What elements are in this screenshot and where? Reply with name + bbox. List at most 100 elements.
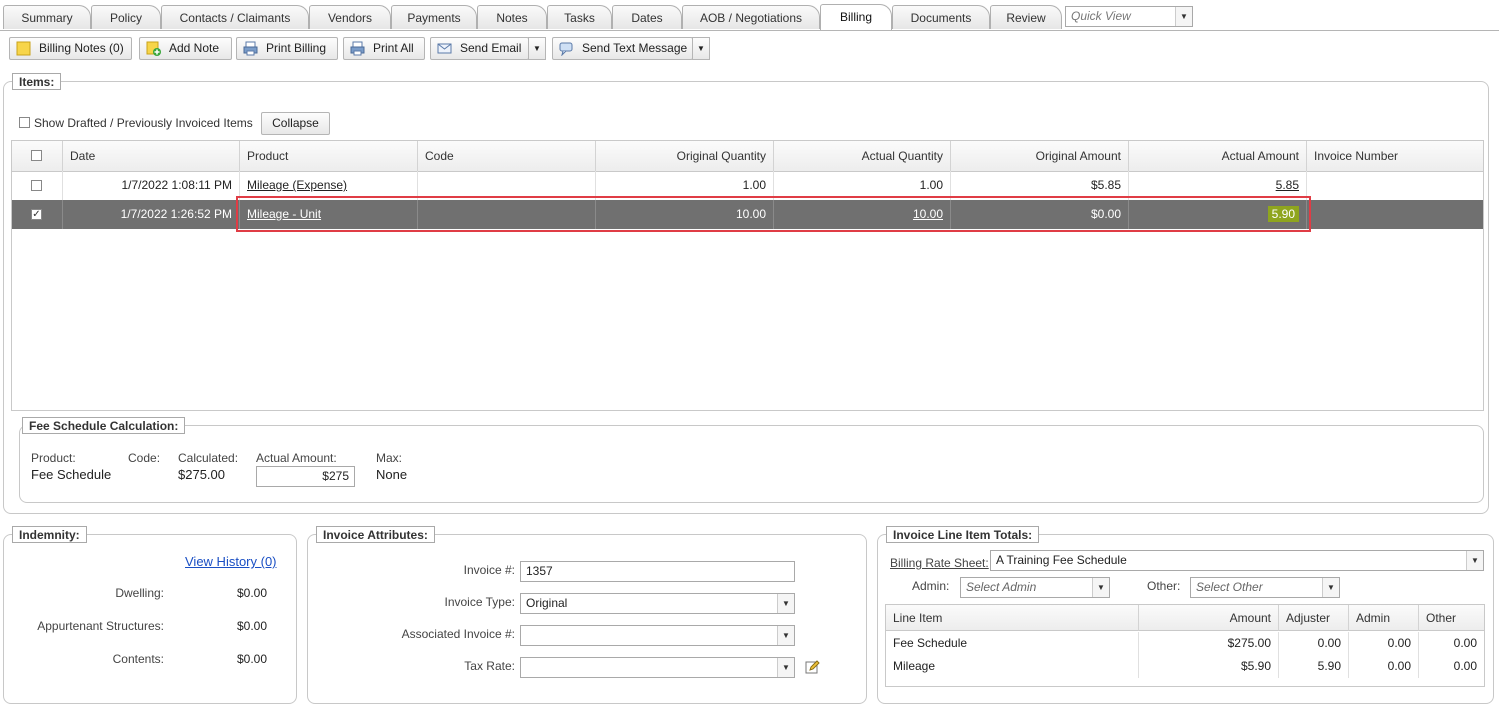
admin-placeholder: Select Admin: [966, 580, 1037, 594]
chat-icon: [559, 41, 574, 57]
col-adjuster[interactable]: Adjuster: [1278, 605, 1348, 631]
line-item-name: Mileage: [893, 659, 936, 673]
chevron-down-icon: ▼: [697, 44, 705, 53]
print-all-button[interactable]: Print All: [343, 37, 425, 60]
view-history-link[interactable]: View History (0): [185, 554, 277, 569]
quick-view-select[interactable]: Quick View ▼: [1065, 6, 1193, 27]
row-date: 1/7/2022 1:26:52 PM: [62, 200, 239, 229]
tab-policy[interactable]: Policy: [91, 5, 161, 29]
tab-dates[interactable]: Dates: [612, 5, 682, 29]
fee-actual-label: Actual Amount:: [256, 451, 337, 465]
fee-product-value: Fee Schedule: [31, 467, 112, 482]
invoice-attributes-legend: Invoice Attributes:: [316, 526, 435, 543]
invoice-attributes-group: [307, 534, 867, 704]
send-email-button[interactable]: Send Email: [430, 37, 529, 60]
line-item-name: Fee Schedule: [893, 636, 968, 650]
show-drafted-checkbox[interactable]: [19, 117, 30, 128]
invoice-type-select[interactable]: Original ▼: [520, 593, 795, 614]
col-amount[interactable]: Amount: [1138, 605, 1278, 631]
row-checkbox-checked[interactable]: ✓: [31, 209, 42, 220]
billing-rate-sheet-label[interactable]: Billing Rate Sheet:: [890, 556, 989, 570]
tab-review[interactable]: Review: [990, 5, 1062, 29]
tab-payments[interactable]: Payments: [391, 5, 477, 29]
highlight-annotation-box: [236, 196, 1311, 232]
send-email-dropdown[interactable]: ▼: [528, 37, 546, 60]
col-line-item[interactable]: Line Item: [886, 605, 1138, 631]
add-note-icon: [146, 41, 161, 56]
actual-amount-link[interactable]: 5.85: [1276, 178, 1299, 192]
tab-tasks[interactable]: Tasks: [547, 5, 612, 29]
row-invoice-number: [1306, 200, 1483, 229]
billing-rate-sheet-select[interactable]: A Training Fee Schedule ▼: [990, 550, 1484, 571]
col-original-quantity[interactable]: Original Quantity: [595, 141, 773, 171]
send-text-message-button[interactable]: Send Text Message: [552, 37, 693, 60]
col-admin[interactable]: Admin: [1348, 605, 1418, 631]
invoice-number-label: Invoice #:: [463, 563, 515, 577]
line-item-admin: 0.00: [1348, 632, 1418, 655]
tab-billing[interactable]: Billing: [820, 4, 892, 30]
billing-notes-label: Billing Notes (0): [39, 41, 124, 55]
line-item-adjuster: 0.00: [1278, 632, 1348, 655]
dwelling-value: $0.00: [237, 586, 268, 600]
tab-documents[interactable]: Documents: [892, 5, 990, 29]
chevron-down-icon[interactable]: ▼: [1175, 7, 1192, 26]
line-item-amount: $5.90: [1138, 655, 1278, 678]
invoice-number-input[interactable]: 1357: [520, 561, 795, 582]
add-note-button[interactable]: Add Note: [139, 37, 232, 60]
col-other[interactable]: Other: [1418, 605, 1484, 631]
admin-select[interactable]: Select Admin ▼: [960, 577, 1110, 598]
tab-summary[interactable]: Summary: [3, 5, 91, 29]
other-select[interactable]: Select Other ▼: [1190, 577, 1340, 598]
fee-max-label: Max:: [376, 451, 403, 465]
col-actual-quantity[interactable]: Actual Quantity: [773, 141, 950, 171]
line-item-other: 0.00: [1418, 655, 1484, 678]
send-text-dropdown[interactable]: ▼: [692, 37, 710, 60]
associated-invoice-select[interactable]: ▼: [520, 625, 795, 646]
dwelling-label: Dwelling:: [115, 586, 164, 600]
tax-rate-select[interactable]: ▼: [520, 657, 795, 678]
tab-aob-negotiations[interactable]: AOB / Negotiations: [682, 5, 820, 29]
invoice-totals-legend: Invoice Line Item Totals:: [886, 526, 1040, 543]
row-checkbox-cell: ✓: [12, 200, 62, 229]
edit-icon[interactable]: [805, 659, 821, 675]
tab-notes[interactable]: Notes: [477, 5, 547, 29]
chevron-down-icon: ▼: [777, 658, 794, 677]
col-invoice-number[interactable]: Invoice Number: [1306, 141, 1483, 171]
row-checkbox-cell: [12, 171, 62, 200]
col-code[interactable]: Code: [417, 141, 595, 171]
appurtenant-value: $0.00: [237, 619, 268, 633]
line-item-totals-table: Line Item Amount Adjuster Admin Other Fe…: [885, 604, 1485, 687]
line-item-other: 0.00: [1418, 632, 1484, 655]
other-placeholder: Select Other: [1196, 580, 1263, 594]
collapse-button[interactable]: Collapse: [261, 112, 330, 135]
line-item-amount: $275.00: [1138, 632, 1278, 655]
print-billing-button[interactable]: Print Billing: [236, 37, 338, 60]
fee-product-label: Product:: [31, 451, 76, 465]
print-billing-label: Print Billing: [266, 41, 327, 55]
contents-label: Contents:: [112, 652, 164, 666]
contents-value: $0.00: [237, 652, 268, 666]
grid-header: Date Product Code Original Quantity Actu…: [12, 141, 1483, 172]
chevron-down-icon: ▼: [1322, 578, 1339, 597]
send-text-message-label: Send Text Message: [582, 41, 688, 55]
row-date: 1/7/2022 1:08:11 PM: [62, 171, 239, 200]
chevron-down-icon: ▼: [1466, 551, 1483, 570]
quick-view-placeholder: Quick View: [1071, 9, 1131, 23]
product-link[interactable]: Mileage (Expense): [247, 178, 347, 192]
col-product[interactable]: Product: [239, 141, 417, 171]
associated-invoice-label: Associated Invoice #:: [401, 627, 515, 641]
fee-actual-input[interactable]: $275: [256, 466, 355, 487]
tab-contacts-claimants[interactable]: Contacts / Claimants: [161, 5, 309, 29]
admin-label: Admin:: [912, 579, 950, 593]
line-item-admin: 0.00: [1348, 655, 1418, 678]
col-original-amount[interactable]: Original Amount: [950, 141, 1128, 171]
col-actual-amount[interactable]: Actual Amount: [1128, 141, 1306, 171]
billing-notes-button[interactable]: Billing Notes (0): [9, 37, 132, 60]
row-checkbox[interactable]: [31, 180, 42, 191]
fee-schedule-legend: Fee Schedule Calculation:: [22, 417, 186, 434]
select-all-checkbox[interactable]: [31, 150, 42, 161]
line-item-adjuster: 5.90: [1278, 655, 1348, 678]
tab-vendors[interactable]: Vendors: [309, 5, 391, 29]
send-email-label: Send Email: [460, 41, 522, 55]
col-date[interactable]: Date: [62, 141, 239, 171]
